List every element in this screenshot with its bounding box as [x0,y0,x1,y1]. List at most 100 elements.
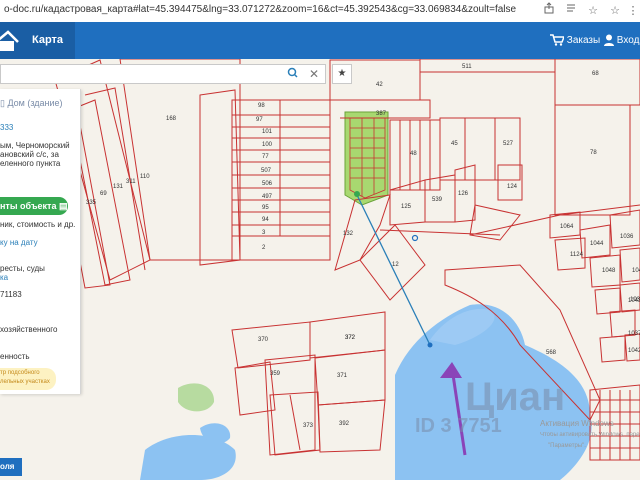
parcel-label: 539 [432,197,443,203]
panel-title: Дом (здание) [7,98,63,108]
parcel-label: 1037 [628,331,640,337]
parcel-label: 568 [546,350,557,356]
login-button[interactable]: Вход [604,22,639,59]
favorite-star-icon: ★ [337,68,347,79]
parcel-label: 168 [166,116,177,122]
url-text[interactable]: o-doc.ru/кадастровая_карта#lat=45.394475… [4,4,516,15]
windows-notice-3: "Параметры". [548,443,586,449]
parcel-label: 94 [262,217,269,223]
parcel-label: 97 [256,117,263,123]
parcel-label: 507 [261,168,272,174]
parcel-label: 497 [262,194,273,200]
tab-map[interactable]: Карта [20,22,76,59]
parcel-label: 1124 [570,252,584,258]
parcel-label: 1064 [560,224,574,230]
windows-notice-1: Активация Windows [540,419,614,428]
address-line-2: ановский с/с, за [0,150,59,159]
parcel-label: 45 [451,141,458,147]
document-icon: ▤ [58,201,68,211]
parcel-label: 387 [376,111,387,117]
parcel-label: 69 [100,191,107,197]
parcel-label: 1044 [590,241,604,247]
parcel-label: 1036 [620,234,634,240]
cart-icon [550,34,566,47]
marker-start[interactable] [354,191,360,197]
address-line-3: еленного пункта [0,159,61,168]
search-icon[interactable] [287,66,298,83]
orders-button[interactable]: Заказы [550,22,600,59]
parcel-label: 371 [337,373,348,379]
sub-text: ник, стоимость и др. [0,220,76,229]
parcel-label: 95 [262,205,269,211]
login-label: Вход [616,35,640,46]
parcel-label: 392 [339,421,350,427]
parcel-label: 101 [262,129,273,135]
parcel-label: 506 [262,181,273,187]
parcel-label: 126 [458,191,469,197]
parcel-label: 1048 [602,268,616,274]
farm-line: хозяйственного [0,325,58,334]
parcel-label: 3 [262,230,266,236]
marker-point[interactable] [411,234,419,242]
similar-line-1: тр подсобного [0,370,40,376]
user-icon [604,34,614,47]
parcel-label: 373 [303,423,314,429]
menu-dots-icon[interactable]: ⋮ [624,2,640,20]
parcel-label: 359 [270,371,281,377]
courts-line-2[interactable]: ка [0,273,8,282]
cadastral-id[interactable]: 333 [0,123,13,132]
parcel-label: 311 [126,179,136,185]
panel-title-row: ▯ Дом (здание) [0,98,63,109]
clear-search-icon[interactable]: ✕ [309,66,319,82]
parcel-label: 1039 [630,297,640,303]
parcel-label: 1042 [628,348,640,354]
parcel-label: 12 [392,262,399,268]
parcel-label: 68 [592,71,599,77]
reader-icon[interactable] [562,2,580,20]
share-icon[interactable] [540,2,558,20]
similar-line-2: лельных участках [0,379,50,385]
star-icon[interactable]: ☆ [584,2,602,20]
parcel-label: 335 [86,200,97,206]
bookmarks-icon[interactable]: ☆ [606,2,624,20]
parcel-label: 527 [503,141,514,147]
bottom-action-button[interactable]: оля [0,458,22,476]
marker-end[interactable] [427,342,433,348]
record-number: 71183 [0,290,22,299]
home-icon [0,30,19,51]
home-button[interactable] [0,22,20,59]
object-documents-label: нты объекта [0,201,57,211]
parcel-label: 132 [343,231,354,237]
parcel-label: 131 [113,184,124,190]
parcel-label: 370 [258,337,269,343]
browser-url-bar[interactable]: o-doc.ru/кадастровая_карта#lat=45.394475… [0,0,640,23]
search-bar[interactable]: ✕ [0,64,326,84]
courts-line-1: ресты, суды [0,264,45,273]
ownership-line: енность [0,352,30,361]
parcel-label: 110 [140,174,150,180]
date-link[interactable]: ку на дату [0,238,38,247]
parcel-label: 511 [462,64,472,70]
parcel-label: 2 [262,245,266,251]
parcel-label: 77 [262,154,269,160]
search-input[interactable] [5,67,279,83]
parcel-label: 1046 [632,268,640,274]
parcel-label: 78 [590,150,597,156]
object-documents-button[interactable]: нты объекта ▤ [0,197,68,215]
watermark-id: ID 3 7751 [415,415,502,437]
building-icon: ▯ [0,98,5,108]
site-header: Карта Заказы Вход [0,22,640,59]
address-line-1: ым, Черноморский [0,141,70,150]
cadastral-map[interactable]: 511 68 42 98 387 97 168 101 100 77 507 506 497 95 94 3 2… [0,59,640,480]
similar-plots-highlight[interactable]: тр подсобного лельных участках [0,368,56,390]
parcel-label: 124 [507,184,518,190]
parcel-label: 42 [376,82,383,88]
parcel-label: 98 [258,103,265,109]
watermark-logo: Циан [465,375,566,419]
parcel-label: 125 [401,204,412,210]
favorite-button[interactable]: ★ [332,64,352,84]
windows-notice-2: Чтобы активировать Windows, перейдите в … [540,432,640,438]
parcel-label: 100 [262,142,273,148]
parcel-label: 48 [410,151,417,157]
orders-label: Заказы [566,35,601,46]
